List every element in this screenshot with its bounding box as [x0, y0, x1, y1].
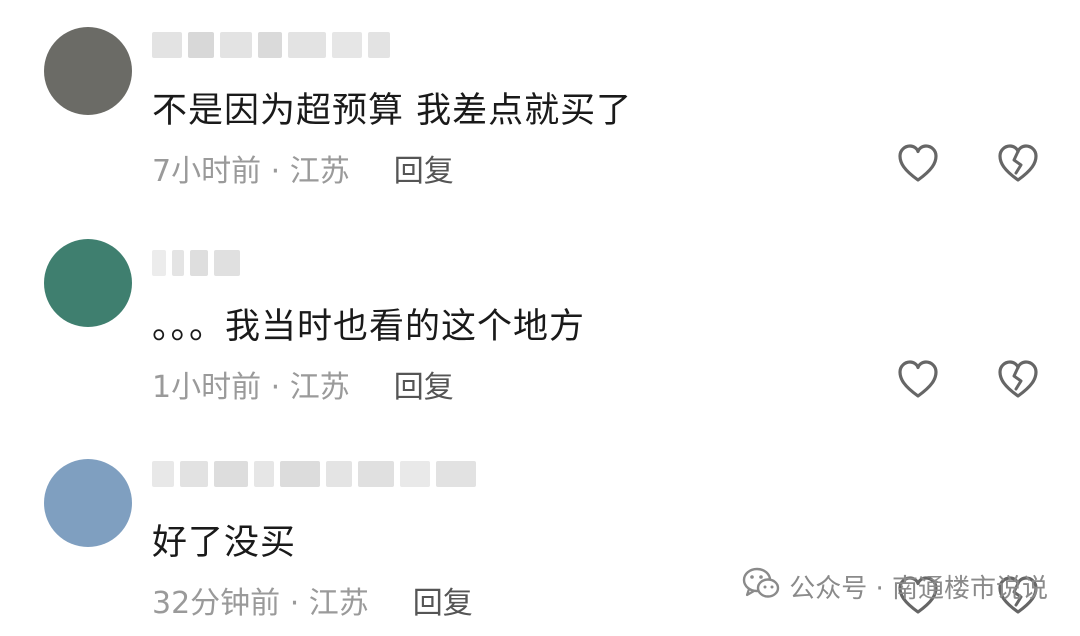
reply-button[interactable]: 回复	[413, 578, 473, 622]
watermark-text: 公众号 · 南通楼市说说	[789, 574, 1048, 604]
comment-item: 不是因为超预算 我差点就买了 7小时前 · 江苏 回复	[0, 0, 1080, 212]
comment-time-location: 7小时前 · 江苏	[152, 154, 350, 189]
reply-button[interactable]: 回复	[394, 146, 454, 190]
comment-time-location: 32分钟前 · 江苏	[152, 586, 369, 621]
avatar[interactable]	[44, 459, 132, 547]
heart-outline-icon[interactable]	[896, 142, 940, 186]
wechat-icon	[741, 563, 781, 610]
comment-text: 不是因为超预算 我差点就买了	[152, 91, 633, 131]
username-blurred[interactable]	[152, 457, 476, 491]
reply-button[interactable]: 回复	[394, 362, 454, 406]
comment-meta: 7小时前 · 江苏 回复	[152, 146, 454, 190]
comment-text: 。。。我当时也看的这个地方	[152, 307, 586, 347]
avatar[interactable]	[44, 239, 132, 327]
comment-item: 。。。我当时也看的这个地方 1小时前 · 江苏 回复	[0, 212, 1080, 424]
broken-heart-icon[interactable]	[996, 142, 1040, 186]
comment-meta: 1小时前 · 江苏 回复	[152, 362, 454, 406]
heart-outline-icon[interactable]	[896, 358, 940, 402]
watermark: 公众号 · 南通楼市说说	[741, 563, 1048, 610]
comment-time-location: 1小时前 · 江苏	[152, 370, 350, 405]
comment-meta: 32分钟前 · 江苏 回复	[152, 578, 473, 622]
broken-heart-icon[interactable]	[996, 358, 1040, 402]
avatar[interactable]	[44, 27, 132, 115]
comment-text: 好了没买	[152, 523, 297, 563]
username-blurred[interactable]	[152, 28, 390, 62]
username-blurred[interactable]	[152, 246, 240, 280]
